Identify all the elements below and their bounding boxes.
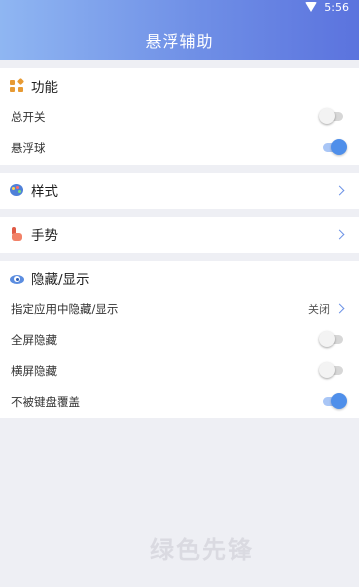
- palette-icon: [10, 184, 23, 196]
- watermark: 绿色先锋: [150, 536, 254, 564]
- style-card[interactable]: 样式: [0, 173, 359, 209]
- fullscreen-hide-label: 全屏隐藏: [11, 332, 57, 347]
- hand-icon: [10, 227, 24, 241]
- eye-icon: [10, 274, 24, 284]
- keyboard-cover-toggle[interactable]: [321, 393, 347, 410]
- features-icon: [10, 77, 25, 93]
- master-switch-label: 总开关: [11, 109, 46, 124]
- function-section-header: 功能: [0, 71, 359, 101]
- app-specific-hide-row[interactable]: 指定应用中隐藏/显示 关闭: [0, 293, 359, 324]
- wifi-icon: [305, 2, 318, 12]
- keyboard-cover-row[interactable]: 不被键盘覆盖: [0, 386, 359, 417]
- floating-ball-label: 悬浮球: [11, 140, 46, 155]
- app-header: 5:56 悬浮辅助: [0, 0, 359, 60]
- chevron-right-icon: [334, 185, 345, 195]
- fullscreen-hide-toggle[interactable]: [319, 331, 345, 348]
- chevron-right-icon: [334, 303, 345, 314]
- landscape-hide-toggle[interactable]: [319, 362, 345, 379]
- hide-section-header: 隐藏/显示: [0, 263, 359, 293]
- status-bar: 5:56: [305, 0, 349, 14]
- app-specific-hide-value: 关闭: [308, 302, 330, 316]
- landscape-hide-label: 横屏隐藏: [11, 363, 57, 378]
- floating-ball-toggle[interactable]: [321, 139, 347, 156]
- style-section-title: 样式: [31, 184, 58, 200]
- landscape-hide-row[interactable]: 横屏隐藏: [0, 355, 359, 386]
- status-time: 5:56: [324, 0, 349, 14]
- master-switch-row[interactable]: 总开关: [0, 101, 359, 132]
- gesture-card[interactable]: 手势: [0, 217, 359, 253]
- master-switch-toggle[interactable]: [319, 108, 345, 125]
- app-specific-hide-label: 指定应用中隐藏/显示: [11, 301, 119, 316]
- style-row[interactable]: 样式: [0, 173, 359, 207]
- keyboard-cover-label: 不被键盘覆盖: [11, 394, 80, 409]
- function-section-title: 功能: [31, 80, 58, 96]
- page-title: 悬浮辅助: [145, 32, 214, 51]
- chevron-right-icon: [334, 229, 345, 239]
- gesture-section-title: 手势: [31, 228, 58, 244]
- hide-section-title: 隐藏/显示: [31, 272, 90, 288]
- floating-ball-row[interactable]: 悬浮球: [0, 132, 359, 163]
- gesture-row[interactable]: 手势: [0, 217, 359, 251]
- hide-show-card: 隐藏/显示 指定应用中隐藏/显示 关闭 全屏隐藏 横屏隐藏 不被键盘覆盖: [0, 261, 359, 418]
- function-card: 功能 总开关 悬浮球: [0, 68, 359, 165]
- fullscreen-hide-row[interactable]: 全屏隐藏: [0, 324, 359, 355]
